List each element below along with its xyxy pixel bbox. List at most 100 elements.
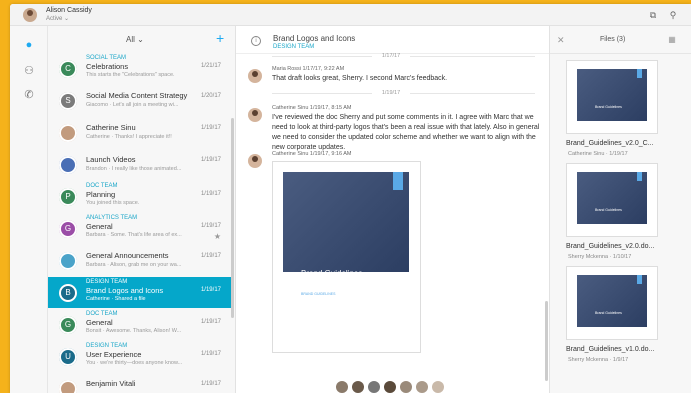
item-title: General (86, 318, 113, 327)
document-cover: Brand Guidelines (577, 172, 647, 224)
date-separator: 1/17/17 (381, 53, 401, 59)
avatar (59, 156, 77, 174)
files-panel: ✕ Files (3) ▦ Brand Guidelines Brand_Guid… (549, 26, 691, 393)
item-title: User Experience (86, 350, 142, 359)
cover-title: Brand Guidelines (595, 208, 622, 212)
shared-file-preview[interactable]: Brand Guidelines BRAND GUIDELINES (272, 161, 421, 353)
avatar: G (59, 220, 77, 238)
avatar[interactable] (248, 154, 262, 168)
list-item[interactable]: G DOC TEAM General Bonsit · Awesome. Thanks… (48, 309, 231, 340)
list-item[interactable]: General Announcements Barbara · Alison, g… (48, 245, 231, 276)
window-icon[interactable]: ⧉ (647, 9, 659, 21)
list-item[interactable]: C SOCIAL TEAM Celebrations This starts the … (48, 53, 231, 84)
item-title: General Announcements (86, 251, 169, 260)
item-date: 1/21/17 (200, 63, 221, 69)
file-thumbnail[interactable]: Brand Guidelines (566, 266, 658, 340)
avatar[interactable] (384, 381, 396, 393)
item-title: Launch Videos (86, 155, 136, 164)
item-preview: This starts the "Celebrations" space. (86, 72, 175, 78)
list-item[interactable]: Benjamin Vitali 1/19/17 (48, 373, 231, 393)
list-item[interactable]: P DOC TEAM Planning You joined this space. 1… (48, 181, 231, 212)
search-icon[interactable]: ⚲ (667, 9, 679, 21)
cover-tab (637, 69, 642, 78)
item-title: Planning (86, 190, 116, 199)
team-label: SOCIAL TEAM (86, 55, 127, 61)
list-item[interactable]: B DESIGN TEAM Brand Logos and Icons Catheri… (48, 277, 231, 308)
avatar[interactable] (248, 108, 262, 122)
item-date: 1/19/17 (200, 191, 221, 197)
avatar[interactable] (400, 381, 412, 393)
cover-title: Brand Guidelines (595, 311, 622, 315)
date-divider (410, 56, 535, 57)
message-meta: Maria Rossi 1/17/17, 9:22 AM (272, 66, 345, 72)
files-header: ✕ Files (3) ▦ (550, 26, 691, 54)
avatar[interactable] (336, 381, 348, 393)
avatar[interactable] (432, 381, 444, 393)
team-label: DESIGN TEAM (86, 343, 128, 349)
file-name[interactable]: Brand_Guidelines_v2.0.do... (566, 243, 654, 250)
avatar[interactable] (352, 381, 364, 393)
document-title: Brand Guidelines (301, 269, 363, 278)
file-meta: Sherry Mckenna · 1/10/17 (568, 254, 632, 260)
message-meta: Catherine Sinu 1/19/17, 9:16 AM (272, 151, 352, 157)
user-status[interactable]: Active ⌄ (46, 15, 69, 22)
list-item[interactable]: G ANALYTICS TEAM General Barbara · Some. Th… (48, 213, 231, 244)
filter-dropdown[interactable]: All ⌄ (126, 35, 144, 44)
conversation-team: DESIGN TEAM (273, 44, 315, 50)
avatar (59, 124, 77, 142)
file-thumbnail[interactable]: Brand Guidelines (566, 60, 658, 134)
item-title: Social Media Content Strategy (86, 91, 188, 100)
chevron-down-icon: ⌄ (137, 35, 144, 44)
file-name[interactable]: Brand_Guidelines_v2.0_C... (566, 140, 654, 147)
document-cover: Brand Guidelines (283, 172, 409, 278)
conversation-scrollbar[interactable] (545, 301, 548, 381)
info-icon[interactable]: i (251, 36, 261, 46)
item-title: Brand Logos and Icons (86, 286, 164, 295)
avatar (59, 380, 77, 393)
item-date: 1/19/17 (200, 125, 221, 131)
nav-rail: ● ⚇ ✆ (10, 26, 48, 393)
team-label: ANALYTICS TEAM (86, 215, 138, 221)
avatar[interactable] (248, 69, 262, 83)
cover-title: Brand Guidelines (595, 105, 622, 109)
cover-tab (637, 172, 642, 181)
cover-tab (393, 172, 403, 190)
user-avatar[interactable] (23, 8, 37, 22)
item-preview: Giacomo · Let's all join a meeting wi... (86, 102, 179, 108)
team-label: DOC TEAM (86, 183, 118, 189)
add-space-button[interactable]: + (216, 31, 224, 45)
avatar: P (59, 188, 77, 206)
date-divider (272, 56, 372, 57)
item-preview: Catherine · Thanks! I appreciate it!! (86, 134, 172, 140)
phone-icon[interactable]: ✆ (22, 88, 36, 102)
item-preview: Brandon · I really like those animated..… (86, 166, 182, 172)
message-text: I've reviewed the doc Sherry and put som… (272, 114, 540, 151)
item-date: 1/20/17 (200, 93, 221, 99)
avatar[interactable] (416, 381, 428, 393)
avatar: U (59, 348, 77, 366)
list-header: All ⌄ + (48, 26, 235, 52)
chat-icon[interactable]: ● (22, 38, 36, 52)
file-name[interactable]: Brand_Guidelines_v1.0.do... (566, 346, 654, 353)
team-label: DOC TEAM (86, 311, 118, 317)
list-item[interactable]: S Social Media Content Strategy Giacomo · … (48, 85, 231, 116)
item-title: Catherine Sinu (86, 123, 136, 132)
grid-view-icon[interactable]: ▦ (666, 34, 678, 46)
avatar[interactable] (368, 381, 380, 393)
list-item[interactable]: U DESIGN TEAM User Experience You · we're t… (48, 341, 231, 372)
app-window: Alison Cassidy Active ⌄ ⧉ ⚲ ● ⚇ ✆ All ⌄ … (10, 4, 691, 393)
conversation-header: i Brand Logos and Icons DESIGN TEAM (236, 26, 549, 54)
list-scrollbar[interactable] (231, 118, 234, 318)
title-bar: Alison Cassidy Active ⌄ ⧉ ⚲ (10, 4, 691, 26)
list-item[interactable]: Catherine Sinu Catherine · Thanks! I appr… (48, 117, 231, 148)
list-item[interactable]: Launch Videos Brandon · I really like tho… (48, 149, 231, 180)
teams-icon[interactable]: ⚇ (22, 64, 36, 78)
item-preview: Catherine · Shared a file (86, 296, 146, 302)
cover-tab (637, 275, 642, 284)
date-divider (410, 93, 535, 94)
close-icon[interactable]: ✕ (557, 35, 565, 46)
space-list: All ⌄ + C SOCIAL TEAM Celebrations This sta… (48, 26, 236, 393)
star-icon[interactable]: ★ (214, 232, 221, 241)
file-thumbnail[interactable]: Brand Guidelines (566, 163, 658, 237)
date-separator: 1/19/17 (381, 90, 401, 96)
